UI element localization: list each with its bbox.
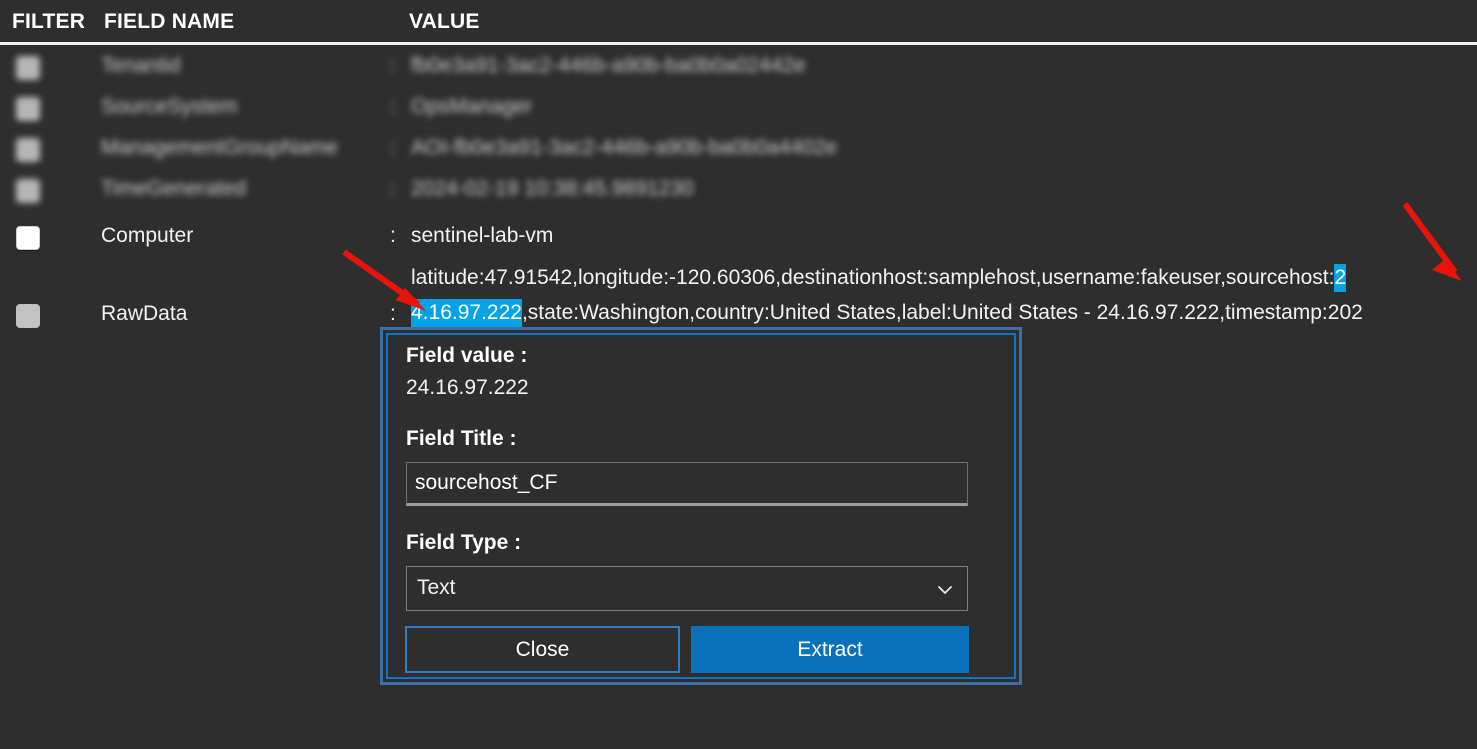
field-value-cell: AOI-fb0e3a91-3ac2-446b-a90b-ba0b0a4402e [411, 136, 838, 159]
chevron-down-icon [937, 582, 953, 598]
field-name-cell: SourceSystem [101, 95, 238, 118]
row-checkbox[interactable] [16, 304, 40, 328]
field-name-cell: Tenantid [101, 54, 181, 77]
table-header: FILTER FIELD NAME VALUE [0, 0, 1477, 45]
close-button[interactable]: Close [405, 626, 680, 673]
field-type-label: Field Type : [406, 531, 522, 554]
field-separator: : [390, 136, 396, 159]
field-value-cell: sentinel-lab-vm [411, 224, 554, 247]
dialog-inner-frame: Field value : 24.16.97.222 Field Title :… [386, 333, 1016, 679]
field-separator: : [390, 302, 396, 325]
field-type-select[interactable]: Text [406, 566, 968, 611]
rawdata-line2-text: ,state:Washington,country:United States,… [521, 301, 1363, 324]
field-value-cell: 2024-02-19 10:38:45.9891230 [411, 177, 694, 200]
field-name-cell: Computer [101, 224, 194, 247]
rawdata-selection-part2[interactable]: 4.16.97.222 [411, 299, 522, 327]
row-checkbox[interactable] [16, 138, 40, 162]
table-row[interactable]: TimeGenerated : 2024-02-19 10:38:45.9891… [0, 171, 1477, 212]
column-header-filter: FILTER [12, 10, 86, 33]
row-checkbox[interactable] [16, 97, 40, 121]
column-header-field-name: FIELD NAME [104, 10, 235, 33]
field-name-cell: RawData [101, 302, 188, 325]
extract-button[interactable]: Extract [691, 626, 969, 673]
table-row[interactable]: SourceSystem : OpsManager [0, 89, 1477, 130]
rawdata-selection-part1[interactable]: 2 [1334, 264, 1347, 292]
table-row[interactable]: Tenantid : fb0e3a91-3ac2-446b-a90b-ba0b0… [0, 48, 1477, 89]
rawdata-line-2: 4.16.97.222,state:Washington,country:Uni… [411, 295, 1477, 330]
column-header-value: VALUE [409, 10, 480, 33]
field-separator: : [390, 224, 396, 247]
rawdata-line-1: latitude:47.91542,longitude:-120.60306,d… [411, 260, 1477, 295]
rawdata-value-cell[interactable]: latitude:47.91542,longitude:-120.60306,d… [411, 260, 1477, 330]
extract-field-dialog: Field value : 24.16.97.222 Field Title :… [380, 327, 1022, 685]
field-name-cell: TimeGenerated [101, 177, 247, 200]
field-title-label: Field Title : [406, 427, 517, 450]
field-separator: : [390, 54, 396, 77]
rawdata-line1-text: latitude:47.91542,longitude:-120.60306,d… [411, 266, 1335, 289]
row-checkbox[interactable] [16, 226, 40, 250]
field-value-cell: OpsManager [411, 95, 533, 118]
row-checkbox[interactable] [16, 179, 40, 203]
row-checkbox[interactable] [16, 56, 40, 80]
field-value-text: 24.16.97.222 [406, 376, 529, 399]
table-row[interactable]: ManagementGroupName : AOI-fb0e3a91-3ac2-… [0, 130, 1477, 171]
field-type-selected-value: Text [417, 576, 456, 599]
table-row-computer[interactable]: Computer : sentinel-lab-vm [0, 218, 1477, 259]
field-name-cell: ManagementGroupName [101, 136, 338, 159]
field-separator: : [390, 95, 396, 118]
field-value-label: Field value : [406, 344, 528, 367]
field-separator: : [390, 177, 396, 200]
field-title-input[interactable] [406, 462, 968, 506]
field-value-cell: fb0e3a91-3ac2-446b-a90b-ba0b0a02442e [411, 54, 806, 77]
